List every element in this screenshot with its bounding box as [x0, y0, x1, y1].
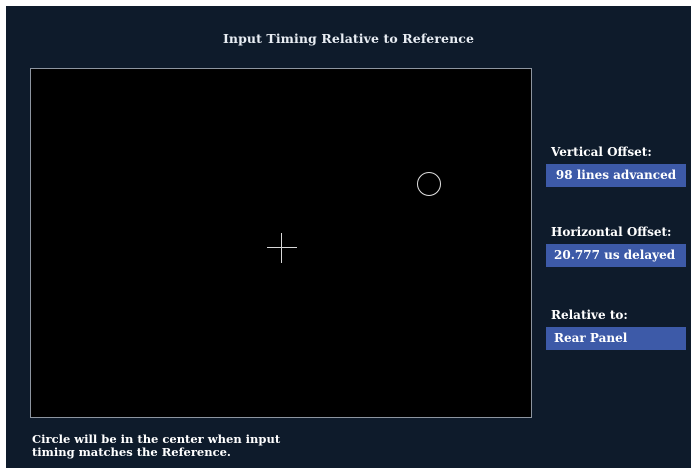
horizontal-offset-value: 20.777 us delayed — [546, 244, 686, 267]
relative-to-label: Relative to: — [551, 308, 628, 322]
vertical-offset-label: Vertical Offset: — [551, 145, 652, 159]
relative-to-value[interactable]: Rear Panel — [546, 327, 686, 350]
reference-crosshair-vertical — [281, 233, 282, 263]
timing-plot-area — [30, 68, 532, 418]
horizontal-offset-label: Horizontal Offset: — [551, 225, 672, 239]
page-title: Input Timing Relative to Reference — [222, 31, 475, 46]
timing-display-screen: Input Timing Relative to Reference Verti… — [6, 6, 691, 468]
input-timing-circle — [417, 172, 441, 196]
footnote-text: Circle will be in the center when input … — [32, 433, 352, 459]
vertical-offset-value: 98 lines advanced — [546, 164, 686, 187]
footnote-line-2: timing matches the Reference. — [32, 445, 231, 459]
reference-crosshair-horizontal — [267, 247, 297, 248]
